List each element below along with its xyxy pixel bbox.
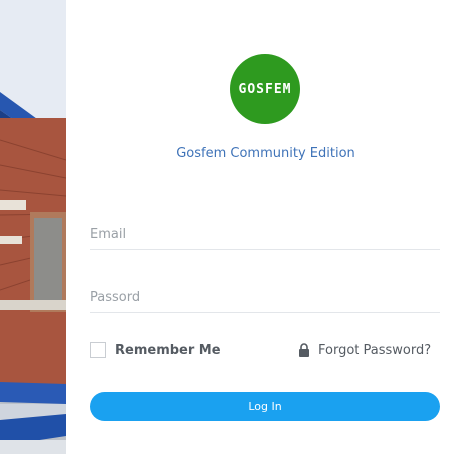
forgot-password-label: Forgot Password? [318, 342, 432, 358]
building-illustration [0, 0, 66, 454]
background-photo [0, 0, 66, 454]
forgot-password-link[interactable]: Forgot Password? [298, 340, 431, 360]
email-field[interactable] [90, 220, 440, 249]
edition-title: Gosfem Community Edition [176, 146, 355, 161]
email-field-wrapper [90, 220, 440, 250]
password-field[interactable] [90, 283, 440, 312]
password-field-wrapper [90, 283, 440, 313]
remember-me[interactable]: Remember Me [90, 340, 221, 360]
remember-me-label: Remember Me [115, 342, 221, 358]
brand-logo: GOSFEM [230, 54, 300, 124]
login-panel: GOSFEM Gosfem Community Edition Remember… [66, 0, 465, 454]
lock-icon [299, 343, 309, 357]
login-button[interactable]: Log In [90, 392, 440, 421]
remember-me-checkbox[interactable] [90, 342, 106, 358]
logo-text: GOSFEM [238, 81, 292, 97]
